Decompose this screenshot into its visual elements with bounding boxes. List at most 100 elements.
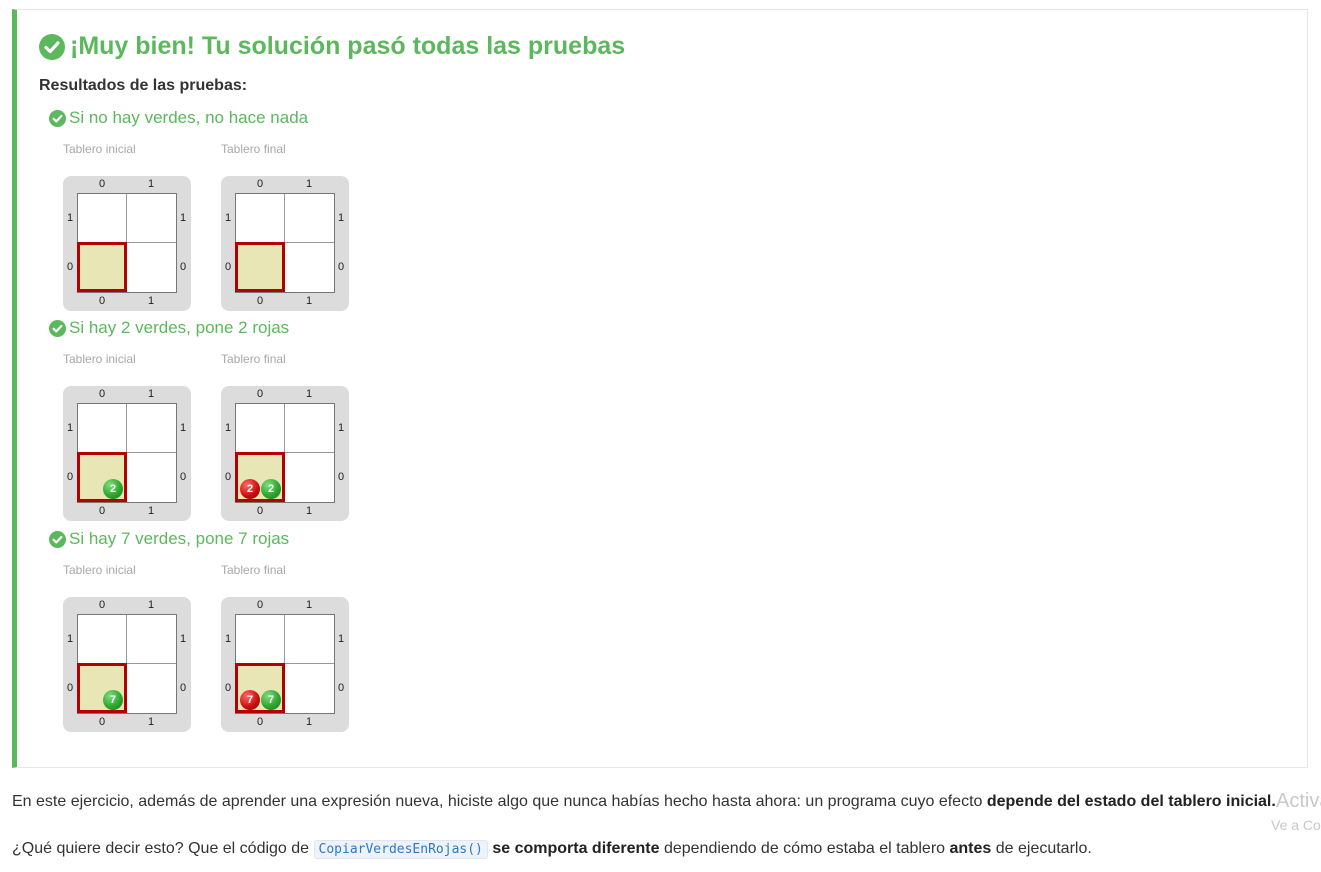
column-label: 0 [99, 178, 106, 190]
activation-watermark-line1: Activa [1276, 790, 1321, 812]
initial-board-caption: Tablero inicial [63, 352, 136, 366]
board: 0011110077 [221, 597, 349, 732]
procedure-code: CopiarVerdesEnRojas() [313, 840, 488, 859]
board-cell [285, 243, 334, 292]
activation-watermark-line2: Ve a Co [1271, 817, 1321, 833]
row-label: 1 [67, 422, 74, 434]
green-ball: 2 [103, 479, 123, 499]
board-cell [127, 664, 176, 713]
board-cell [236, 615, 285, 664]
check-circle-icon [49, 319, 66, 337]
test-title: Si hay 2 verdes, pone 2 rojas [49, 318, 289, 338]
column-label: 1 [148, 178, 155, 190]
row-label: 0 [338, 471, 345, 483]
p2-mid: dependiendo de cómo estaba el tablero [659, 840, 950, 857]
board-cell [78, 404, 127, 453]
p2-bold-2: antes [949, 840, 992, 857]
test-title: Si hay 7 verdes, pone 7 rojas [49, 529, 289, 549]
board-cell [285, 453, 334, 502]
row-label: 1 [338, 633, 345, 645]
test-results-panel: ¡Muy bien! Tu solución pasó todas las pr… [12, 9, 1308, 768]
row-label: 1 [67, 212, 74, 224]
test-name: Si no hay verdes, no hace nada [69, 108, 309, 127]
row-label: 0 [67, 471, 74, 483]
board-cell [127, 615, 176, 664]
check-circle-icon [49, 109, 66, 127]
results-label: Resultados de las pruebas: [39, 77, 248, 94]
board-grid: 77 [235, 614, 335, 714]
board-cell [236, 194, 285, 243]
column-label: 0 [257, 178, 264, 190]
column-label: 0 [99, 388, 106, 400]
initial-board-caption: Tablero inicial [63, 142, 136, 156]
board-cell [127, 404, 176, 453]
board-cell [127, 243, 176, 292]
board-cell [236, 404, 285, 453]
final-board-caption: Tablero final [221, 563, 286, 577]
row-label: 0 [225, 471, 232, 483]
board: 0 0 1 1 1 1 0 0 [221, 176, 349, 311]
check-circle-icon [49, 530, 66, 548]
column-label: 0 [257, 505, 264, 517]
column-label: 0 [257, 295, 264, 307]
board-cell [285, 664, 334, 713]
row-label: 0 [225, 261, 232, 273]
row-label: 0 [67, 682, 74, 694]
row-label: 1 [225, 422, 232, 434]
row-label: 1 [180, 212, 187, 224]
column-label: 1 [148, 505, 155, 517]
board-cell [78, 194, 127, 243]
board-cell [285, 404, 334, 453]
board-grid [77, 193, 177, 293]
row-label: 1 [225, 633, 232, 645]
row-label: 0 [180, 261, 187, 273]
board-head-cell: 2 [77, 452, 127, 502]
final-board-caption: Tablero final [221, 352, 286, 366]
p1-text: En este ejercicio, además de aprender un… [12, 793, 987, 810]
board-grid: 7 [77, 614, 177, 714]
initial-board-caption: Tablero inicial [63, 563, 136, 577]
explanation-paragraph-1: En este ejercicio, además de aprender un… [12, 793, 1276, 811]
column-label: 0 [257, 388, 264, 400]
board-cell [285, 615, 334, 664]
board-cell [127, 453, 176, 502]
board: 0011110022 [221, 386, 349, 521]
green-ball: 2 [261, 479, 281, 499]
final-board-caption: Tablero final [221, 142, 286, 156]
red-ball: 7 [240, 690, 260, 710]
board-head-cell [235, 242, 285, 292]
column-label: 1 [306, 388, 313, 400]
green-ball: 7 [103, 690, 123, 710]
board-head-cell [77, 242, 127, 292]
row-label: 1 [180, 633, 187, 645]
column-label: 1 [306, 716, 313, 728]
column-label: 1 [306, 295, 313, 307]
board-grid [235, 193, 335, 293]
check-circle-icon [39, 33, 65, 60]
column-label: 0 [99, 505, 106, 517]
result-title: ¡Muy bien! Tu solución pasó todas las pr… [70, 32, 626, 60]
column-label: 1 [306, 505, 313, 517]
column-label: 1 [148, 716, 155, 728]
red-ball: 2 [240, 479, 260, 499]
row-label: 0 [338, 261, 345, 273]
green-ball: 7 [261, 690, 281, 710]
column-label: 1 [148, 295, 155, 307]
test-name: Si hay 7 verdes, pone 7 rojas [69, 529, 290, 548]
row-label: 1 [338, 212, 345, 224]
board: 0 0 1 1 1 1 0 0 2 [63, 386, 191, 521]
explanation-paragraph-2: ¿Qué quiere decir esto? Que el código de… [12, 840, 1092, 859]
board-head-cell: 7 [77, 663, 127, 713]
p1-bold: depende del estado del tablero inicial [986, 793, 1272, 810]
row-label: 0 [338, 682, 345, 694]
test-title: Si no hay verdes, no hace nada [49, 108, 308, 128]
board-cell [78, 615, 127, 664]
test-name: Si hay 2 verdes, pone 2 rojas [69, 318, 290, 337]
p2-end: de ejecutarlo. [991, 840, 1092, 857]
board-grid: 2 [77, 403, 177, 503]
column-label: 0 [99, 295, 106, 307]
column-label: 0 [257, 716, 264, 728]
result-title-row: ¡Muy bien! Tu solución pasó todas las pr… [39, 32, 625, 61]
board-cell [285, 194, 334, 243]
column-label: 0 [99, 599, 106, 611]
